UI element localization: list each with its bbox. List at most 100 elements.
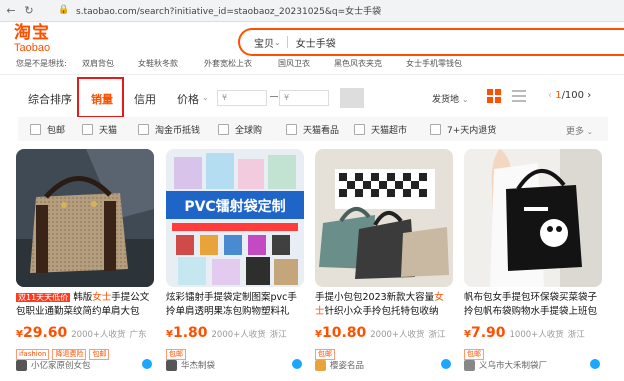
sort-credit[interactable]: 信用 (134, 91, 156, 107)
prev-page-icon[interactable]: ‹ (548, 90, 552, 101)
checkbox[interactable] (430, 124, 441, 135)
hotword-item[interactable]: 黑色风衣夹克 (334, 58, 382, 69)
filter-coins[interactable]: 淘金币抵钱 (138, 123, 200, 136)
checkbox[interactable] (354, 124, 365, 135)
sort-price[interactable]: 价格 (177, 91, 199, 107)
shop-link[interactable]: 樱姿名品 (315, 358, 453, 372)
filter-7day-return[interactable]: 7+天内退货 (430, 123, 496, 136)
checkbox[interactable] (218, 124, 229, 135)
filter-tmall-supermarket[interactable]: 天猫超市 (354, 123, 407, 136)
svg-text:PVC镭射袋定制: PVC镭射袋定制 (184, 198, 285, 215)
product-card[interactable]: 帆布包女手提包环保袋买菜袋子拎包帆布袋购物水手提袋上班包 ¥7.90 1000+人… (464, 149, 602, 381)
grid-view-icon[interactable] (487, 89, 501, 103)
product-card[interactable]: 双11天天低价 韩版女士手提公文包职业通勤菜纹简约单肩大包 ¥29.60 2000+… (16, 149, 154, 381)
pager: ‹ 1/100 › (548, 90, 591, 101)
price-line: ¥10.80 2000+人收货 浙江 (315, 322, 453, 341)
list-view-icon[interactable] (512, 90, 526, 102)
back-arrow-icon[interactable]: ← (4, 4, 18, 17)
price-line: ¥1.80 2000+人收货 浙江 (166, 322, 304, 341)
checkbox[interactable] (286, 124, 297, 135)
sales-highlight-box (77, 77, 124, 118)
title-text: 帆布包女手提包环保袋买菜袋子拎包帆布袋购物水手提袋上班包 (464, 292, 598, 317)
filter-label: 包邮 (47, 126, 66, 136)
filter-more[interactable]: 更多 ⌄ (566, 124, 593, 137)
hotword-item[interactable]: 女士手机零钱包 (406, 58, 462, 69)
product-card[interactable]: 手提小包包2023新款大容量女士针织小众手拎包托特包收纳 ¥10.80 2000+… (315, 149, 453, 381)
badges: 包邮 (166, 341, 189, 360)
badges: ifashion 降退费险 包邮 (16, 341, 112, 360)
price: 7.90 (470, 325, 506, 341)
filter-tmall-selected[interactable]: 天猫看品 (286, 123, 339, 136)
filter-label: 天猫看品 (303, 126, 340, 136)
price: 1.80 (172, 325, 208, 341)
filter-tmall[interactable]: 天猫 (82, 123, 117, 136)
chevron-down-icon: ⌄ (461, 95, 469, 104)
shop-link[interactable]: 华杰制袋 (166, 358, 304, 372)
refresh-icon[interactable]: ↻ (22, 4, 36, 17)
price-range-dash (270, 96, 278, 97)
currency: ¥ (166, 329, 173, 340)
title-text: 韩版 (73, 292, 93, 303)
taobao-logo[interactable]: 淘宝 Taobao (14, 24, 66, 54)
product-image[interactable]: PVC镭射袋定制 (166, 149, 304, 287)
chat-icon[interactable] (590, 359, 600, 369)
sold-count: 1000+人收货 (509, 330, 564, 340)
checkbox[interactable] (138, 124, 149, 135)
next-page-icon[interactable]: › (587, 90, 591, 101)
hotword-item[interactable]: 外套宽松上衣 (204, 58, 252, 69)
filter-free-shipping[interactable]: 包邮 (30, 123, 65, 136)
shop-icon (315, 359, 326, 371)
filter-label: 淘金币抵钱 (155, 126, 201, 136)
hot-words: 您是不是想找: 双肩背包 女鞋秋冬款 外套宽松上衣 国风卫衣 黑色风衣夹克 女士… (16, 58, 624, 72)
hotword-item[interactable]: 国风卫衣 (278, 58, 310, 69)
price-line: ¥29.60 2000+人收货 广东 (16, 322, 154, 341)
price-chevron-icon[interactable]: ⌄ (202, 93, 209, 102)
chat-icon[interactable] (441, 359, 451, 369)
header-divider (0, 74, 624, 75)
filter-label: 全球购 (235, 126, 263, 136)
lock-icon: 🔒 (58, 4, 70, 15)
chat-icon[interactable] (292, 359, 302, 369)
filter-label: 天猫超市 (371, 126, 408, 136)
product-title[interactable]: 双11天天低价 韩版女士手提公文包职业通勤菜纹简约单肩大包 (16, 291, 154, 319)
shop-icon (464, 359, 475, 371)
product-title[interactable]: 炫彩镭射手提袋定制图案pvc手拎单肩透明果冻包购物塑料礼 (166, 291, 304, 319)
checkbox[interactable] (82, 124, 93, 135)
sort-default[interactable]: 综合排序 (28, 91, 72, 107)
title-text: 针织小众手拎包托特包收纳 (324, 306, 439, 317)
search-input[interactable] (295, 36, 596, 48)
location: 浙江 (269, 330, 287, 340)
hotword-item[interactable]: 双肩背包 (82, 58, 114, 69)
product-image[interactable] (16, 149, 154, 287)
promo-tag: 双11天天低价 (16, 293, 71, 302)
product-title[interactable]: 手提小包包2023新款大容量女士针织小众手拎包托特包收纳 (315, 291, 453, 319)
price: 29.60 (22, 325, 68, 341)
hotword-item[interactable]: 女鞋秋冬款 (138, 58, 178, 69)
product-image[interactable] (464, 149, 602, 287)
url-text[interactable]: s.taobao.com/search?initiative_id=staoba… (76, 4, 381, 17)
checkbox[interactable] (30, 124, 41, 135)
ship-from-select[interactable]: 发货地 ⌄ (432, 92, 469, 105)
search-box[interactable]: 宝贝 ⌄ (238, 28, 624, 56)
product-title[interactable]: 帆布包女手提包环保袋买菜袋子拎包帆布袋购物水手提袋上班包 (464, 291, 602, 319)
hotword-label: 您是不是想找: (16, 59, 67, 68)
browser-address-bar[interactable]: ← ↻ 🔒 s.taobao.com/search?initiative_id=… (0, 0, 624, 22)
price: 10.80 (321, 325, 367, 341)
shop-name: 华杰制袋 (181, 361, 216, 371)
shop-link[interactable]: 小亿家原创女包 (16, 358, 154, 372)
product-card[interactable]: PVC镭射袋定制 炫彩镭射手提袋定制图案pvc手拎单肩透明果冻包购物塑料礼 ¥1… (166, 149, 304, 381)
chat-icon[interactable] (142, 359, 152, 369)
shop-link[interactable]: 义乌市大禾制袋厂 (464, 358, 602, 372)
chevron-down-icon[interactable]: ⌄ (274, 38, 281, 47)
badges: 包邮 (464, 341, 487, 360)
price-confirm-button[interactable] (340, 88, 364, 108)
title-text: 手提小包包2023新款大容量 (315, 292, 435, 303)
product-image[interactable] (315, 149, 453, 287)
logo-chinese: 淘宝 (14, 23, 50, 43)
filter-global[interactable]: 全球购 (218, 123, 262, 136)
logo-english: Taobao (14, 42, 51, 54)
location: 广东 (129, 330, 147, 340)
price-max-input[interactable]: ¥ (279, 90, 329, 106)
price-min-input[interactable]: ¥ (217, 90, 267, 106)
search-divider (286, 36, 288, 48)
